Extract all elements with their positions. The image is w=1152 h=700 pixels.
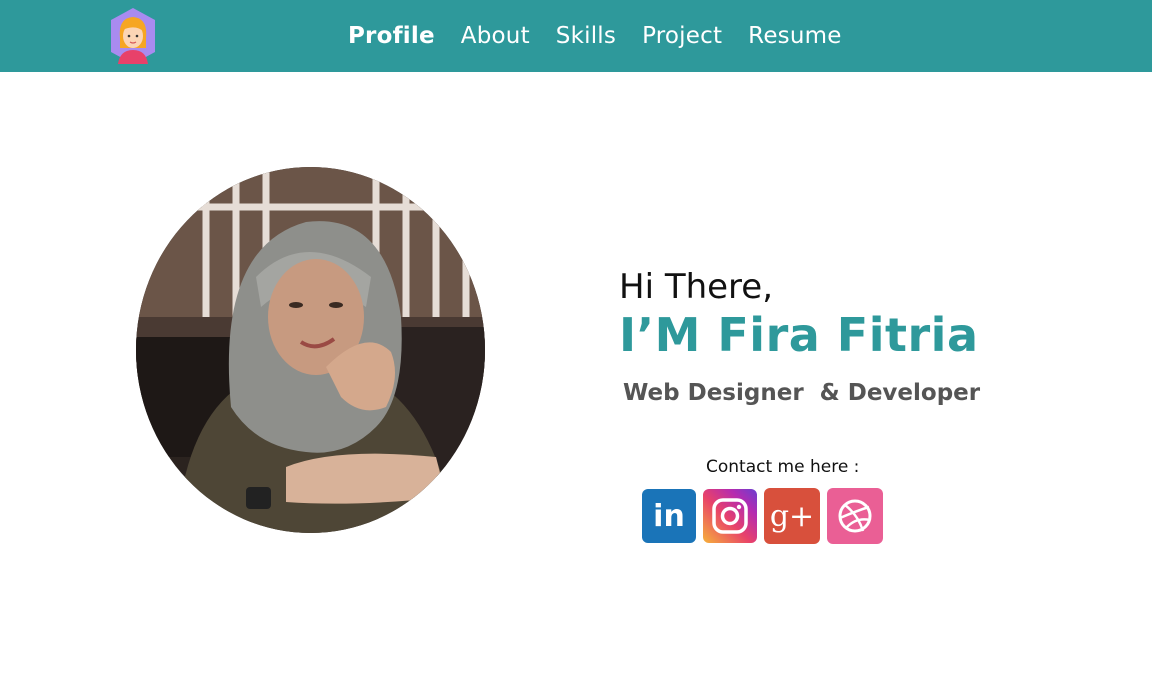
name-heading: I’M Fira Fitria [619,308,979,362]
nav-link-profile[interactable]: Profile [348,23,435,49]
nav-link-project[interactable]: Project [642,23,722,49]
nav-link-skills[interactable]: Skills [556,23,616,49]
role-subtitle: Web Designer & Developer [623,380,981,406]
navbar: Profile About Skills Project Resume [0,0,1152,72]
google-plus-icon[interactable]: g+ [764,488,820,544]
google-plus-glyph: g+ [769,498,815,534]
girl-avatar-icon[interactable] [108,8,158,64]
dribbble-icon[interactable] [827,488,883,544]
social-links: in g+ [642,488,890,544]
contact-label: Contact me here : [706,457,860,477]
instagram-icon[interactable] [703,489,757,543]
greeting-text: Hi There, [619,267,774,307]
profile-photo [136,167,485,533]
linkedin-icon[interactable]: in [642,489,696,543]
nav-menu: Profile About Skills Project Resume [348,0,868,72]
linkedin-glyph: in [653,498,685,534]
nav-link-about[interactable]: About [461,23,530,49]
nav-link-resume[interactable]: Resume [748,23,841,49]
